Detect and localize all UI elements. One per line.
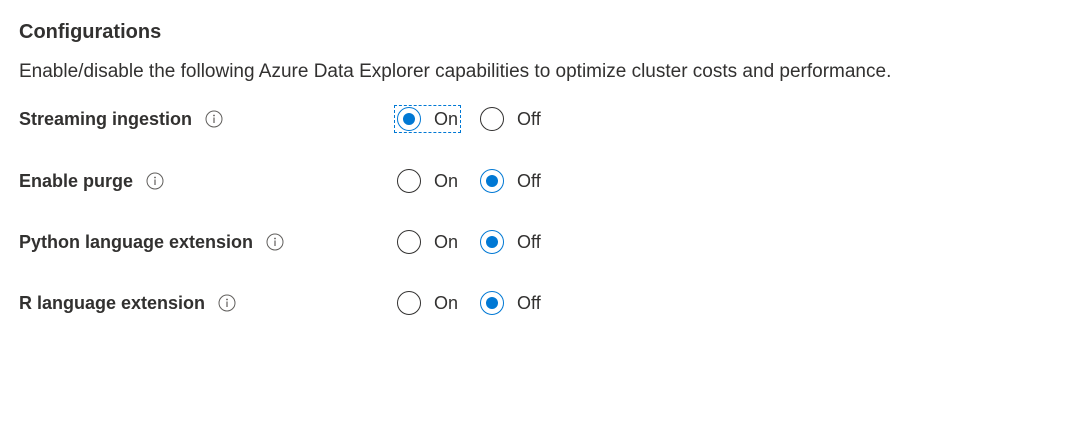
radio-option-off[interactable]: Off xyxy=(477,167,544,195)
radio-unchecked-icon[interactable] xyxy=(480,107,505,131)
radio-label: On xyxy=(434,109,459,129)
radio-option-on[interactable]: On xyxy=(394,105,462,133)
radio-label: Off xyxy=(517,109,541,129)
setting-row-enable-purge: Enable purge On Off xyxy=(0,165,1067,197)
radio-checked-icon[interactable] xyxy=(480,230,505,254)
enable-purge-radio-group: On Off xyxy=(394,165,544,197)
radio-checked-icon[interactable] xyxy=(397,107,421,131)
radio-option-on[interactable]: On xyxy=(394,228,461,256)
r-language-extension-radio-group: On Off xyxy=(394,287,544,319)
info-icon[interactable] xyxy=(217,293,237,313)
streaming-ingestion-radio-group: On Off xyxy=(394,103,544,135)
radio-label: On xyxy=(434,293,459,313)
radio-label: Off xyxy=(517,171,541,191)
info-icon[interactable] xyxy=(204,109,224,129)
setting-row-streaming-ingestion: Streaming ingestion On Off xyxy=(0,103,1067,135)
radio-option-off[interactable]: Off xyxy=(477,105,544,133)
setting-label: Python language extension xyxy=(19,232,254,252)
setting-label-container: R language extension xyxy=(19,291,237,315)
setting-label-container: Enable purge xyxy=(19,169,165,193)
radio-unchecked-icon[interactable] xyxy=(397,291,421,315)
info-icon[interactable] xyxy=(265,232,285,252)
radio-option-off[interactable]: Off xyxy=(477,228,544,256)
radio-label: On xyxy=(434,171,459,191)
radio-label: Off xyxy=(517,232,541,252)
radio-option-on[interactable]: On xyxy=(394,289,461,317)
setting-label: R language extension xyxy=(19,293,206,313)
radio-label: On xyxy=(434,232,459,252)
setting-label: Streaming ingestion xyxy=(19,109,193,129)
setting-row-python-language-extension: Python language extension On Off xyxy=(0,226,1067,258)
setting-label-container: Streaming ingestion xyxy=(19,107,224,131)
setting-label-container: Python language extension xyxy=(19,230,285,254)
info-icon[interactable] xyxy=(145,171,165,191)
radio-unchecked-icon[interactable] xyxy=(397,169,421,193)
radio-label: Off xyxy=(517,293,541,313)
python-language-extension-radio-group: On Off xyxy=(394,226,544,258)
radio-checked-icon[interactable] xyxy=(480,291,505,315)
section-title: Configurations xyxy=(19,21,162,43)
setting-row-r-language-extension: R language extension On Off xyxy=(0,287,1067,319)
radio-option-on[interactable]: On xyxy=(394,167,461,195)
section-description: Enable/disable the following Azure Data … xyxy=(19,61,892,82)
radio-unchecked-icon[interactable] xyxy=(397,230,421,254)
setting-label: Enable purge xyxy=(19,171,134,191)
radio-option-off[interactable]: Off xyxy=(477,289,544,317)
radio-checked-icon[interactable] xyxy=(480,169,505,193)
